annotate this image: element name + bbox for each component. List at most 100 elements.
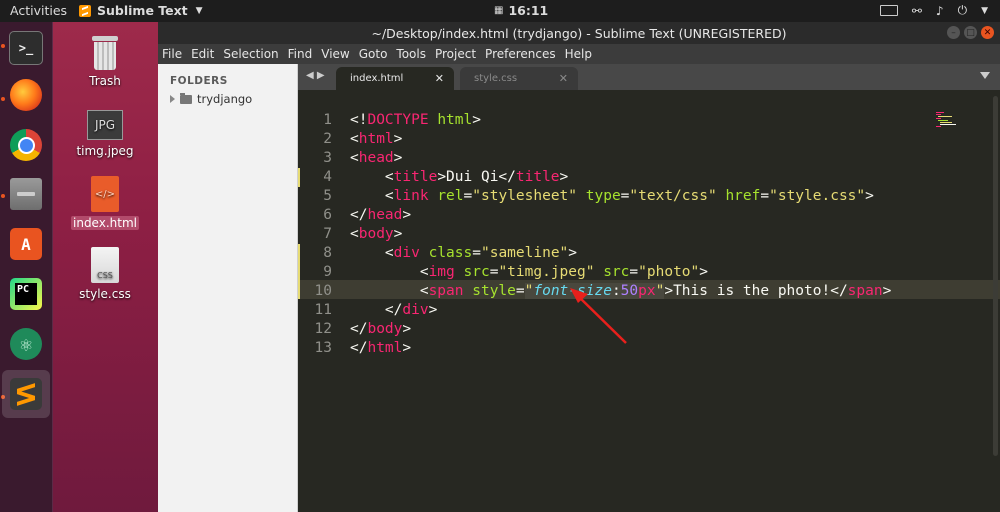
volume-icon[interactable]: ♪ — [936, 4, 944, 18]
menu-edit[interactable]: Edit — [187, 44, 219, 64]
line-number: 4 — [323, 169, 332, 185]
desktop-icon-trash[interactable]: Trash — [65, 36, 145, 88]
keyboard-icon[interactable] — [879, 5, 898, 16]
line-number: 3 — [323, 150, 332, 166]
close-button[interactable]: ✕ — [981, 26, 994, 39]
activities-button[interactable]: Activities — [10, 3, 67, 18]
dock-terminal[interactable]: >_ — [6, 28, 46, 68]
time-label: 16:11 — [508, 3, 549, 18]
dock-software-center[interactable]: A — [6, 224, 46, 264]
line-number: 7 — [323, 226, 332, 242]
desktop-icon-label: style.css — [79, 287, 131, 301]
code-line-3: <head> — [350, 150, 403, 166]
tab-style-css[interactable]: style.css ✕ — [460, 67, 578, 90]
vertical-scrollbar[interactable] — [990, 90, 1000, 512]
caret-down-icon: ▼ — [195, 5, 203, 16]
desktop-icon-index-html[interactable]: </> index.html — [65, 176, 145, 230]
code-line-12: </body> — [350, 321, 412, 337]
line-number: 8 — [323, 245, 332, 261]
pycharm-icon: PC — [10, 278, 42, 310]
code-line-9: <img src="timg.jpeg" src="photo"> — [350, 264, 708, 280]
line-number: 5 — [323, 188, 332, 204]
firefox-icon — [10, 79, 42, 111]
code-editor[interactable]: 1 2 3 4 5 6 7 8 9 10 11 12 13 <!DOCTYPE … — [298, 90, 1000, 512]
dock-firefox[interactable] — [6, 75, 46, 115]
dock-pycharm[interactable]: PC — [6, 274, 46, 314]
desktop-icon-style-css[interactable]: CSS style.css — [65, 247, 145, 301]
css-file-icon: CSS — [91, 247, 119, 283]
sublime-logo-icon — [79, 4, 91, 17]
menu-goto[interactable]: Goto — [355, 44, 393, 64]
desktop-icon-label: Trash — [89, 74, 121, 88]
scrollbar-thumb[interactable] — [993, 96, 998, 456]
menu-help[interactable]: Help — [561, 44, 597, 64]
caret-down-icon[interactable]: ▼ — [981, 6, 988, 16]
terminal-icon: >_ — [9, 31, 43, 65]
menu-file[interactable]: File — [158, 44, 187, 64]
app-menu[interactable]: Sublime Text ▼ — [79, 3, 203, 18]
trash-icon — [92, 36, 118, 70]
folder-item-trydjango[interactable]: trydjango — [170, 92, 252, 106]
tab-scroll-arrows-icon[interactable]: ◀ ▶ — [306, 70, 325, 81]
folders-header: FOLDERS — [170, 75, 228, 87]
dock-files[interactable] — [6, 174, 46, 214]
code-line-1: <!DOCTYPE html> — [350, 112, 481, 128]
tab-strip: ◀ ▶ index.html ✕ style.css ✕ — [298, 64, 1000, 90]
code-line-6: </head> — [350, 207, 412, 223]
tab-index-html[interactable]: index.html ✕ — [336, 67, 454, 90]
menu-tools[interactable]: Tools — [392, 44, 431, 64]
menu-selection[interactable]: Selection — [219, 44, 283, 64]
tab-label: style.css — [474, 73, 518, 84]
desktop-icon-timg-jpeg[interactable]: JPG timg.jpeg — [65, 110, 145, 158]
close-tab-icon[interactable]: ✕ — [559, 72, 568, 85]
close-tab-icon[interactable]: ✕ — [435, 72, 444, 85]
folder-icon — [180, 92, 192, 104]
dock-sublime-text[interactable] — [2, 370, 50, 418]
chrome-icon — [10, 129, 42, 161]
network-icon[interactable]: ⚯ — [912, 4, 922, 18]
line-number: 10 — [314, 283, 332, 299]
line-number: 13 — [314, 340, 332, 356]
menu-view[interactable]: View — [317, 44, 354, 64]
calendar-icon: ▦ — [494, 5, 504, 16]
line-number: 12 — [314, 321, 332, 337]
desktop-icon-label: timg.jpeg — [76, 144, 134, 158]
minimap[interactable] — [936, 112, 956, 128]
desktop-icon-label: index.html — [71, 216, 139, 230]
code-line-13: </html> — [350, 340, 412, 356]
maximize-button[interactable]: □ — [964, 26, 977, 39]
dock-atom[interactable]: ⚛ — [6, 324, 46, 364]
sublime-text-icon — [10, 378, 42, 410]
dock-chrome[interactable] — [6, 125, 46, 165]
menu-project[interactable]: Project — [431, 44, 481, 64]
html-file-icon: </> — [91, 176, 119, 212]
line-number: 11 — [314, 302, 332, 318]
folders-sidebar: FOLDERS trydjango — [158, 64, 298, 512]
expand-arrow-icon[interactable] — [170, 95, 175, 103]
code-line-10: <span style="font-size:50px">This is the… — [350, 283, 892, 299]
window-titlebar[interactable]: ~/Desktop/index.html (trydjango) - Subli… — [158, 22, 1000, 44]
code-line-11: </div> — [350, 302, 438, 318]
window-title: ~/Desktop/index.html (trydjango) - Subli… — [371, 26, 787, 41]
menu-find[interactable]: Find — [284, 44, 318, 64]
code-line-7: <body> — [350, 226, 403, 242]
image-file-icon: JPG — [87, 110, 123, 140]
clock[interactable]: ▦ 16:11 — [494, 3, 548, 18]
menu-preferences[interactable]: Preferences — [481, 44, 561, 64]
software-center-icon: A — [10, 228, 42, 260]
running-indicator — [1, 97, 5, 101]
minimize-button[interactable]: – — [947, 26, 960, 39]
menu-bar: File Edit Selection Find View Goto Tools… — [158, 44, 1000, 64]
line-gutter: 1 2 3 4 5 6 7 8 9 10 11 12 13 — [298, 90, 346, 512]
desktop: Trash JPG timg.jpeg </> index.html CSS s… — [53, 22, 158, 512]
tab-label: index.html — [350, 73, 404, 84]
line-number: 6 — [323, 207, 332, 223]
top-bar: Activities Sublime Text ▼ ▦ 16:11 ⚯ ♪ ⏻ … — [0, 0, 1000, 22]
system-tray[interactable]: ⚯ ♪ ⏻ ▼ — [879, 3, 988, 18]
code-line-4: <title>Dui Qi</title> — [350, 169, 569, 185]
power-icon[interactable]: ⏻ — [958, 3, 968, 18]
line-number: 9 — [323, 264, 332, 280]
sublime-window: ~/Desktop/index.html (trydjango) - Subli… — [158, 22, 1000, 512]
line-number: 1 — [323, 112, 332, 128]
tab-menu-dropdown-icon[interactable] — [980, 72, 990, 79]
